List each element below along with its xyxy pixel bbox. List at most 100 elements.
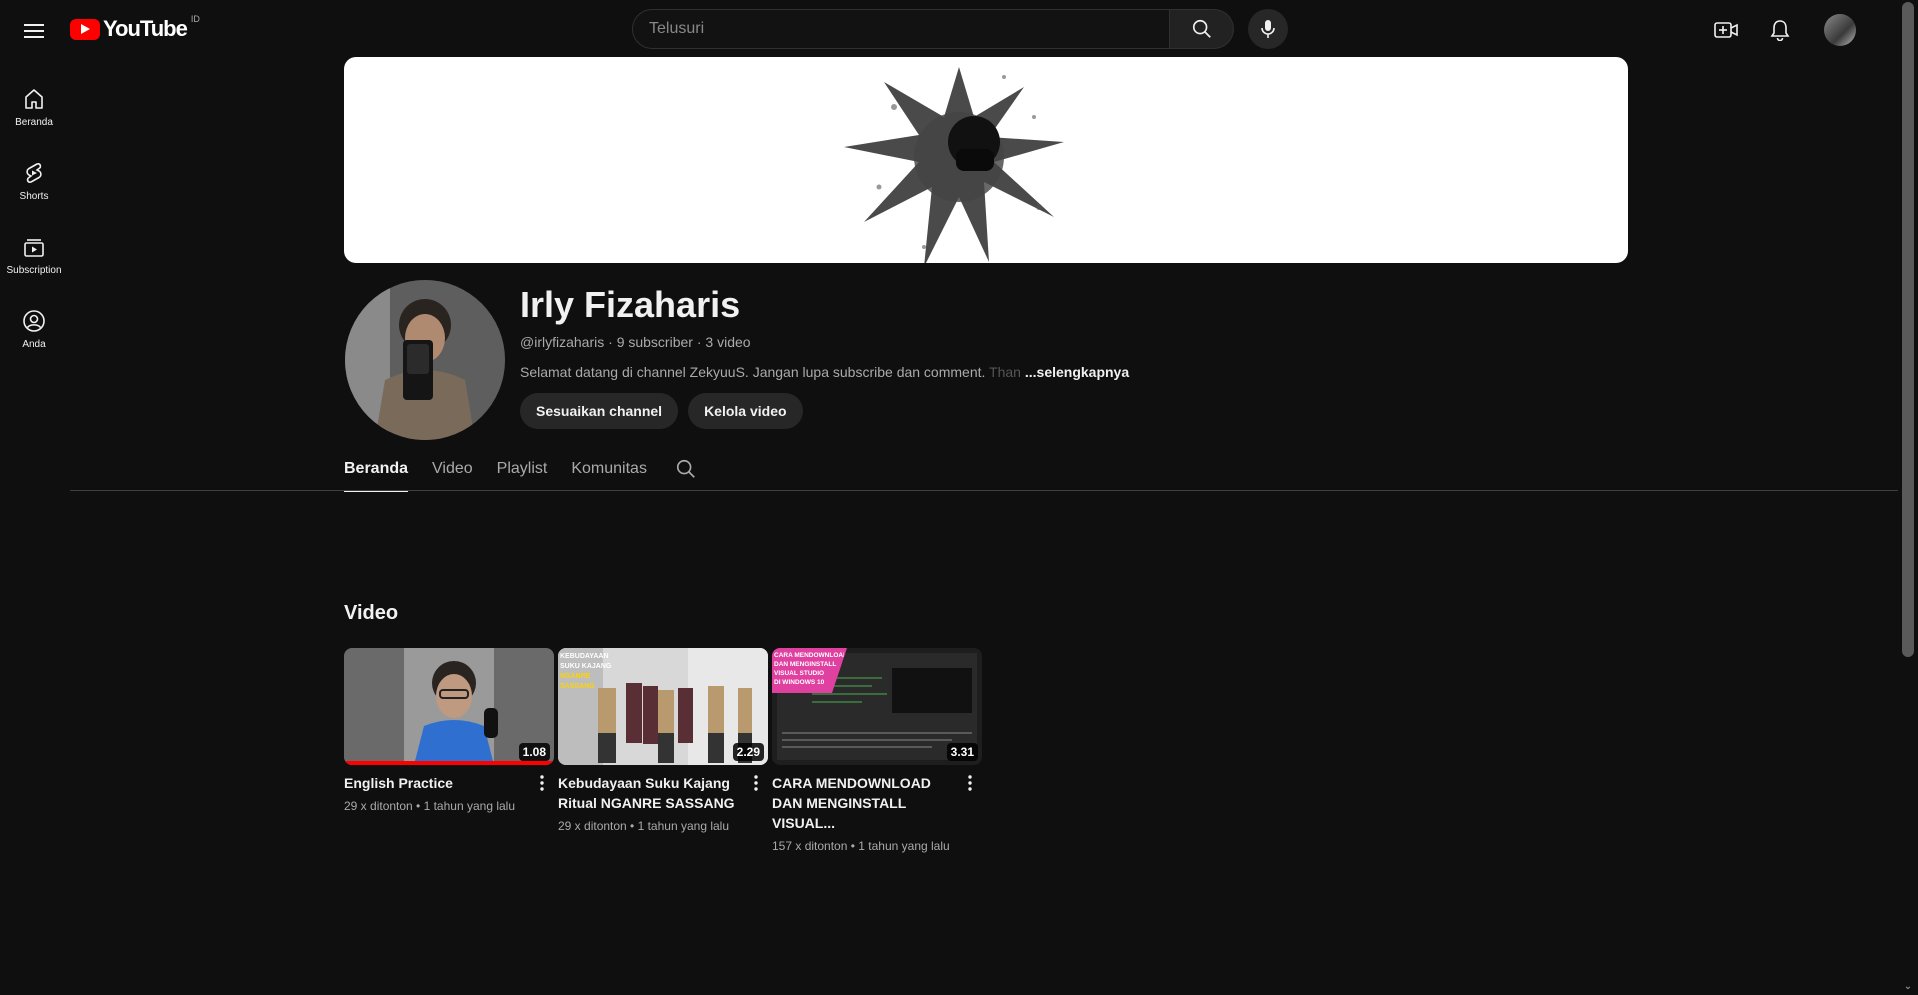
banner-artwork [844,67,1064,263]
menu-icon[interactable] [18,15,50,47]
shorts-icon [26,162,42,183]
logo-text: YouTube [103,16,188,41]
video-menu-button[interactable] [534,773,550,793]
video-menu-button[interactable] [748,773,764,793]
video-views: 29 x ditonton [344,799,413,813]
channel-handle: @irlyfizaharis [520,334,605,350]
channel-tabs: Beranda Video Playlist Komunitas [344,448,697,492]
notifications-button[interactable] [1762,12,1798,48]
more-vert-icon [754,775,758,791]
video-info: CARA MENDOWNLOAD DAN MENGINSTALL VISUAL.… [772,773,982,853]
tab-community[interactable]: Komunitas [571,448,647,492]
channel-avatar-photo [345,280,505,440]
channel-name: Irly Fizaharis [520,284,741,325]
svg-text:DAN MENGINSTALL: DAN MENGINSTALL [774,661,836,668]
more-vert-icon [540,775,544,791]
video-duration: 3.31 [946,743,978,761]
video-count: 3 video [705,334,751,350]
description-fade-text: Than [989,364,1021,380]
scrollbar-thumb[interactable] [1902,2,1914,657]
search-bar [632,9,1234,49]
thumbnail-overlay-text: CARA MENDOWNLOAD DAN MENGINSTALL VISUAL … [774,652,844,686]
subscriptions-icon [24,238,44,257]
more-vert-icon [968,775,972,791]
youtube-logo[interactable]: YouTube ID [70,14,200,42]
voice-search-button[interactable] [1248,9,1288,49]
video-menu-button[interactable] [962,773,978,793]
search-input[interactable] [632,9,1170,49]
mini-sidebar: Beranda Shorts Subscription Anda [0,70,68,366]
svg-text:VISUAL STUDIO: VISUAL STUDIO [774,670,824,677]
svg-text:DI WINDOWS 10: DI WINDOWS 10 [774,679,825,686]
video-card[interactable]: KEBUDAYAAN SUKU KAJANG NGANRE SASSANG 2.… [558,648,768,853]
customize-channel-button[interactable]: Sesuaikan channel [520,393,679,429]
thumbnail-overlay-text: KEBUDAYAAN SUKU KAJANG NGANRE SASSANG [560,653,612,690]
video-duration: 1.08 [518,743,550,761]
create-button[interactable] [1708,12,1744,48]
video-thumbnail[interactable]: KEBUDAYAAN SUKU KAJANG NGANRE SASSANG 2.… [558,648,768,765]
show-more-link[interactable]: ...selengkapnya [1025,364,1129,380]
sidebar-item-home[interactable]: Beranda [0,70,68,144]
search-button[interactable] [1170,9,1234,49]
search-icon [676,459,695,478]
tab-videos[interactable]: Video [432,448,473,492]
manage-videos-button[interactable]: Kelola video [688,393,803,429]
channel-meta: @irlyfizaharis · 9 subscriber · 3 video [520,334,751,350]
top-right-actions [1708,12,1856,48]
video-title[interactable]: Kebudayaan Suku Kajang Ritual NGANRE SAS… [558,773,744,813]
svg-text:SASSANG: SASSANG [560,683,595,690]
channel-search-button[interactable] [675,448,697,485]
sidebar-item-you[interactable]: Anda [0,292,68,366]
video-thumbnail[interactable]: 1.08 [344,648,554,765]
home-icon [25,88,43,109]
video-stats: 157 x ditonton • 1 tahun yang lalu [772,839,950,853]
video-title[interactable]: English Practice [344,773,530,793]
svg-text:SUKU KAJANG: SUKU KAJANG [560,663,612,670]
youtube-play-icon [70,18,100,40]
video-info: Kebudayaan Suku Kajang Ritual NGANRE SAS… [558,773,768,833]
video-title[interactable]: CARA MENDOWNLOAD DAN MENGINSTALL VISUAL.… [772,773,958,833]
microphone-icon [1261,20,1275,38]
svg-text:KEBUDAYAAN: KEBUDAYAAN [560,653,609,660]
videos-section-title[interactable]: Video [344,602,398,625]
description-text: Selamat datang di channel ZekyuuS. Janga… [520,364,990,380]
video-views: 157 x ditonton [772,839,848,853]
tabs-divider [70,490,1898,491]
page-scrollbar[interactable]: ⌄ [1898,0,1918,995]
video-duration: 2.29 [732,743,764,761]
svg-text:NGANRE: NGANRE [560,673,591,680]
svg-text:CARA MENDOWNLOAD: CARA MENDOWNLOAD [774,652,844,659]
video-card[interactable]: 1.08 English Practice 29 x ditonton • 1 … [344,648,554,853]
sidebar-item-shorts[interactable]: Shorts [0,144,68,218]
video-card[interactable]: CARA MENDOWNLOAD DAN MENGINSTALL VISUAL … [772,648,982,853]
video-thumbnail[interactable]: CARA MENDOWNLOAD DAN MENGINSTALL VISUAL … [772,648,982,765]
channel-actions: Sesuaikan channel Kelola video [520,393,803,429]
create-video-icon [1714,22,1738,38]
video-shelf: 1.08 English Practice 29 x ditonton • 1 … [344,648,982,853]
channel-description[interactable]: Selamat datang di channel ZekyuuS. Janga… [520,364,1129,380]
account-avatar[interactable] [1824,14,1856,46]
bell-icon [1770,20,1790,41]
video-stats: 29 x ditonton • 1 tahun yang lalu [344,799,515,813]
watch-progress-bar [344,761,554,765]
video-age: 1 tahun yang lalu [423,799,515,813]
video-views: 29 x ditonton [558,819,627,833]
subscriber-count: 9 subscriber [616,334,693,350]
sidebar-item-label: Anda [22,338,46,350]
account-icon [23,309,45,332]
video-stats: 29 x ditonton • 1 tahun yang lalu [558,819,729,833]
search-icon [1192,19,1211,38]
sidebar-item-label: Shorts [19,190,49,202]
channel-banner [344,57,1628,263]
sidebar-item-label: Beranda [15,116,53,128]
sidebar-item-subscriptions[interactable]: Subscription [0,218,68,292]
video-age: 1 tahun yang lalu [637,819,729,833]
sidebar-item-label: Subscription [6,264,62,276]
video-age: 1 tahun yang lalu [858,839,950,853]
tab-home[interactable]: Beranda [344,448,409,492]
video-info: English Practice 29 x ditonton • 1 tahun… [344,773,554,813]
tab-playlists[interactable]: Playlist [497,448,548,492]
channel-avatar[interactable] [345,280,505,440]
country-code: ID [190,14,200,24]
scroll-down-arrow-icon[interactable]: ⌄ [1902,981,1914,993]
